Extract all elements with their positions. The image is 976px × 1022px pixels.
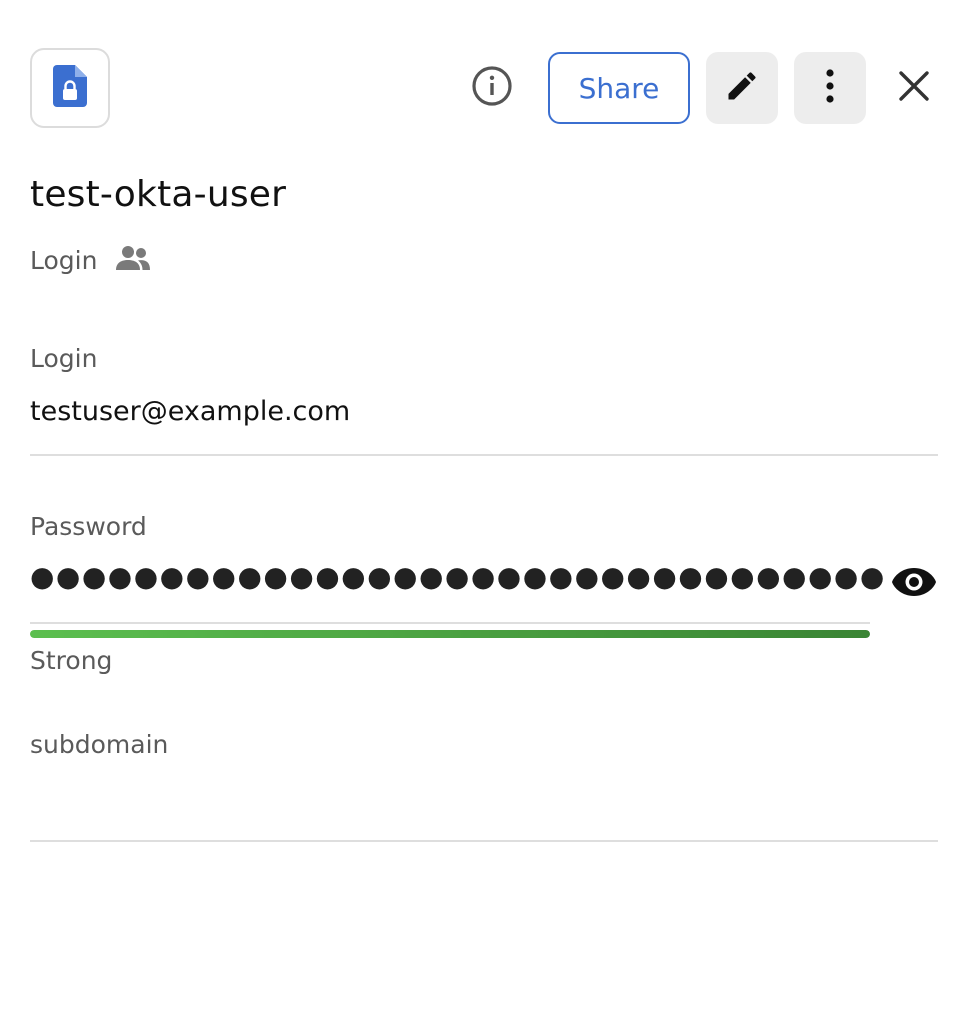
more-options-button[interactable]	[794, 52, 866, 124]
share-button-label: Share	[578, 71, 660, 105]
eye-icon	[891, 566, 937, 602]
password-strength-fill	[30, 630, 870, 638]
item-type-icon-box	[30, 48, 110, 128]
info-button[interactable]	[468, 64, 516, 112]
people-icon	[115, 245, 151, 275]
close-button[interactable]	[890, 64, 938, 112]
password-field-divider	[30, 622, 870, 624]
close-icon	[898, 70, 930, 106]
item-detail-panel: Share test-okta-user Login Login testuse…	[0, 0, 976, 1022]
item-type-row: Login	[30, 240, 151, 280]
share-button[interactable]: Share	[548, 52, 690, 124]
item-title: test-okta-user	[30, 174, 287, 215]
login-field-divider	[30, 454, 938, 456]
edit-button[interactable]	[706, 52, 778, 124]
item-type-label: Login	[30, 245, 98, 275]
subdomain-field-label: subdomain	[30, 730, 169, 759]
more-vertical-icon	[824, 68, 836, 108]
locked-document-icon	[53, 65, 87, 111]
login-field-label: Login	[30, 344, 98, 373]
subdomain-field-divider	[30, 840, 938, 842]
password-field-value[interactable]: ●●●●●●●●●●●●●●●●●●●●●●●●●●●●●●●●●	[30, 560, 886, 593]
password-strength-bar	[30, 630, 870, 638]
login-field-value[interactable]: testuser@example.com	[30, 396, 350, 427]
password-field-label: Password	[30, 512, 147, 541]
info-icon	[471, 65, 513, 111]
pencil-icon	[724, 68, 760, 108]
reveal-password-button[interactable]	[888, 560, 940, 608]
password-strength-label: Strong	[30, 646, 113, 675]
